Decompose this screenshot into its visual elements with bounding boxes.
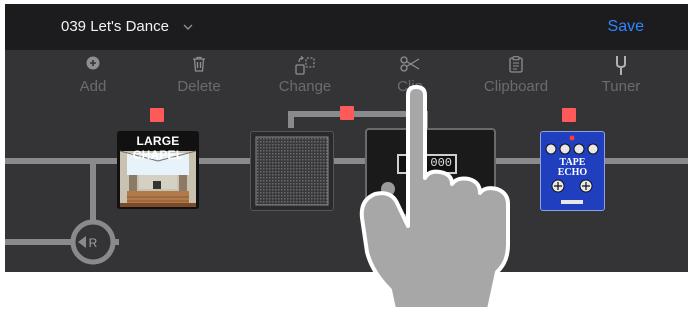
reverb-label: LARGE CHAPEL [132,134,184,162]
block-selector-cab[interactable] [340,106,354,120]
return-label: R [89,236,98,250]
amp-block[interactable]: 000 [365,128,496,216]
amp-knob [455,182,469,196]
block-selector-delay[interactable] [562,108,576,122]
block-selector-reverb[interactable] [150,108,164,122]
delay-label-bottom: ECHO [557,167,588,178]
amp-display: 000 [397,154,457,174]
cab-grille [255,136,329,206]
amp-display-value: 000 [430,156,452,170]
cab-block-4x12[interactable] [250,131,334,211]
delay-block-tape-echo[interactable]: TAPE ECHO [540,131,605,211]
app-window: 039 Let's Dance Save Add Delete Change C… [5,4,688,272]
reverb-block-large-chapel[interactable]: LARGE CHAPEL [117,131,199,209]
amp-knob [381,182,395,196]
